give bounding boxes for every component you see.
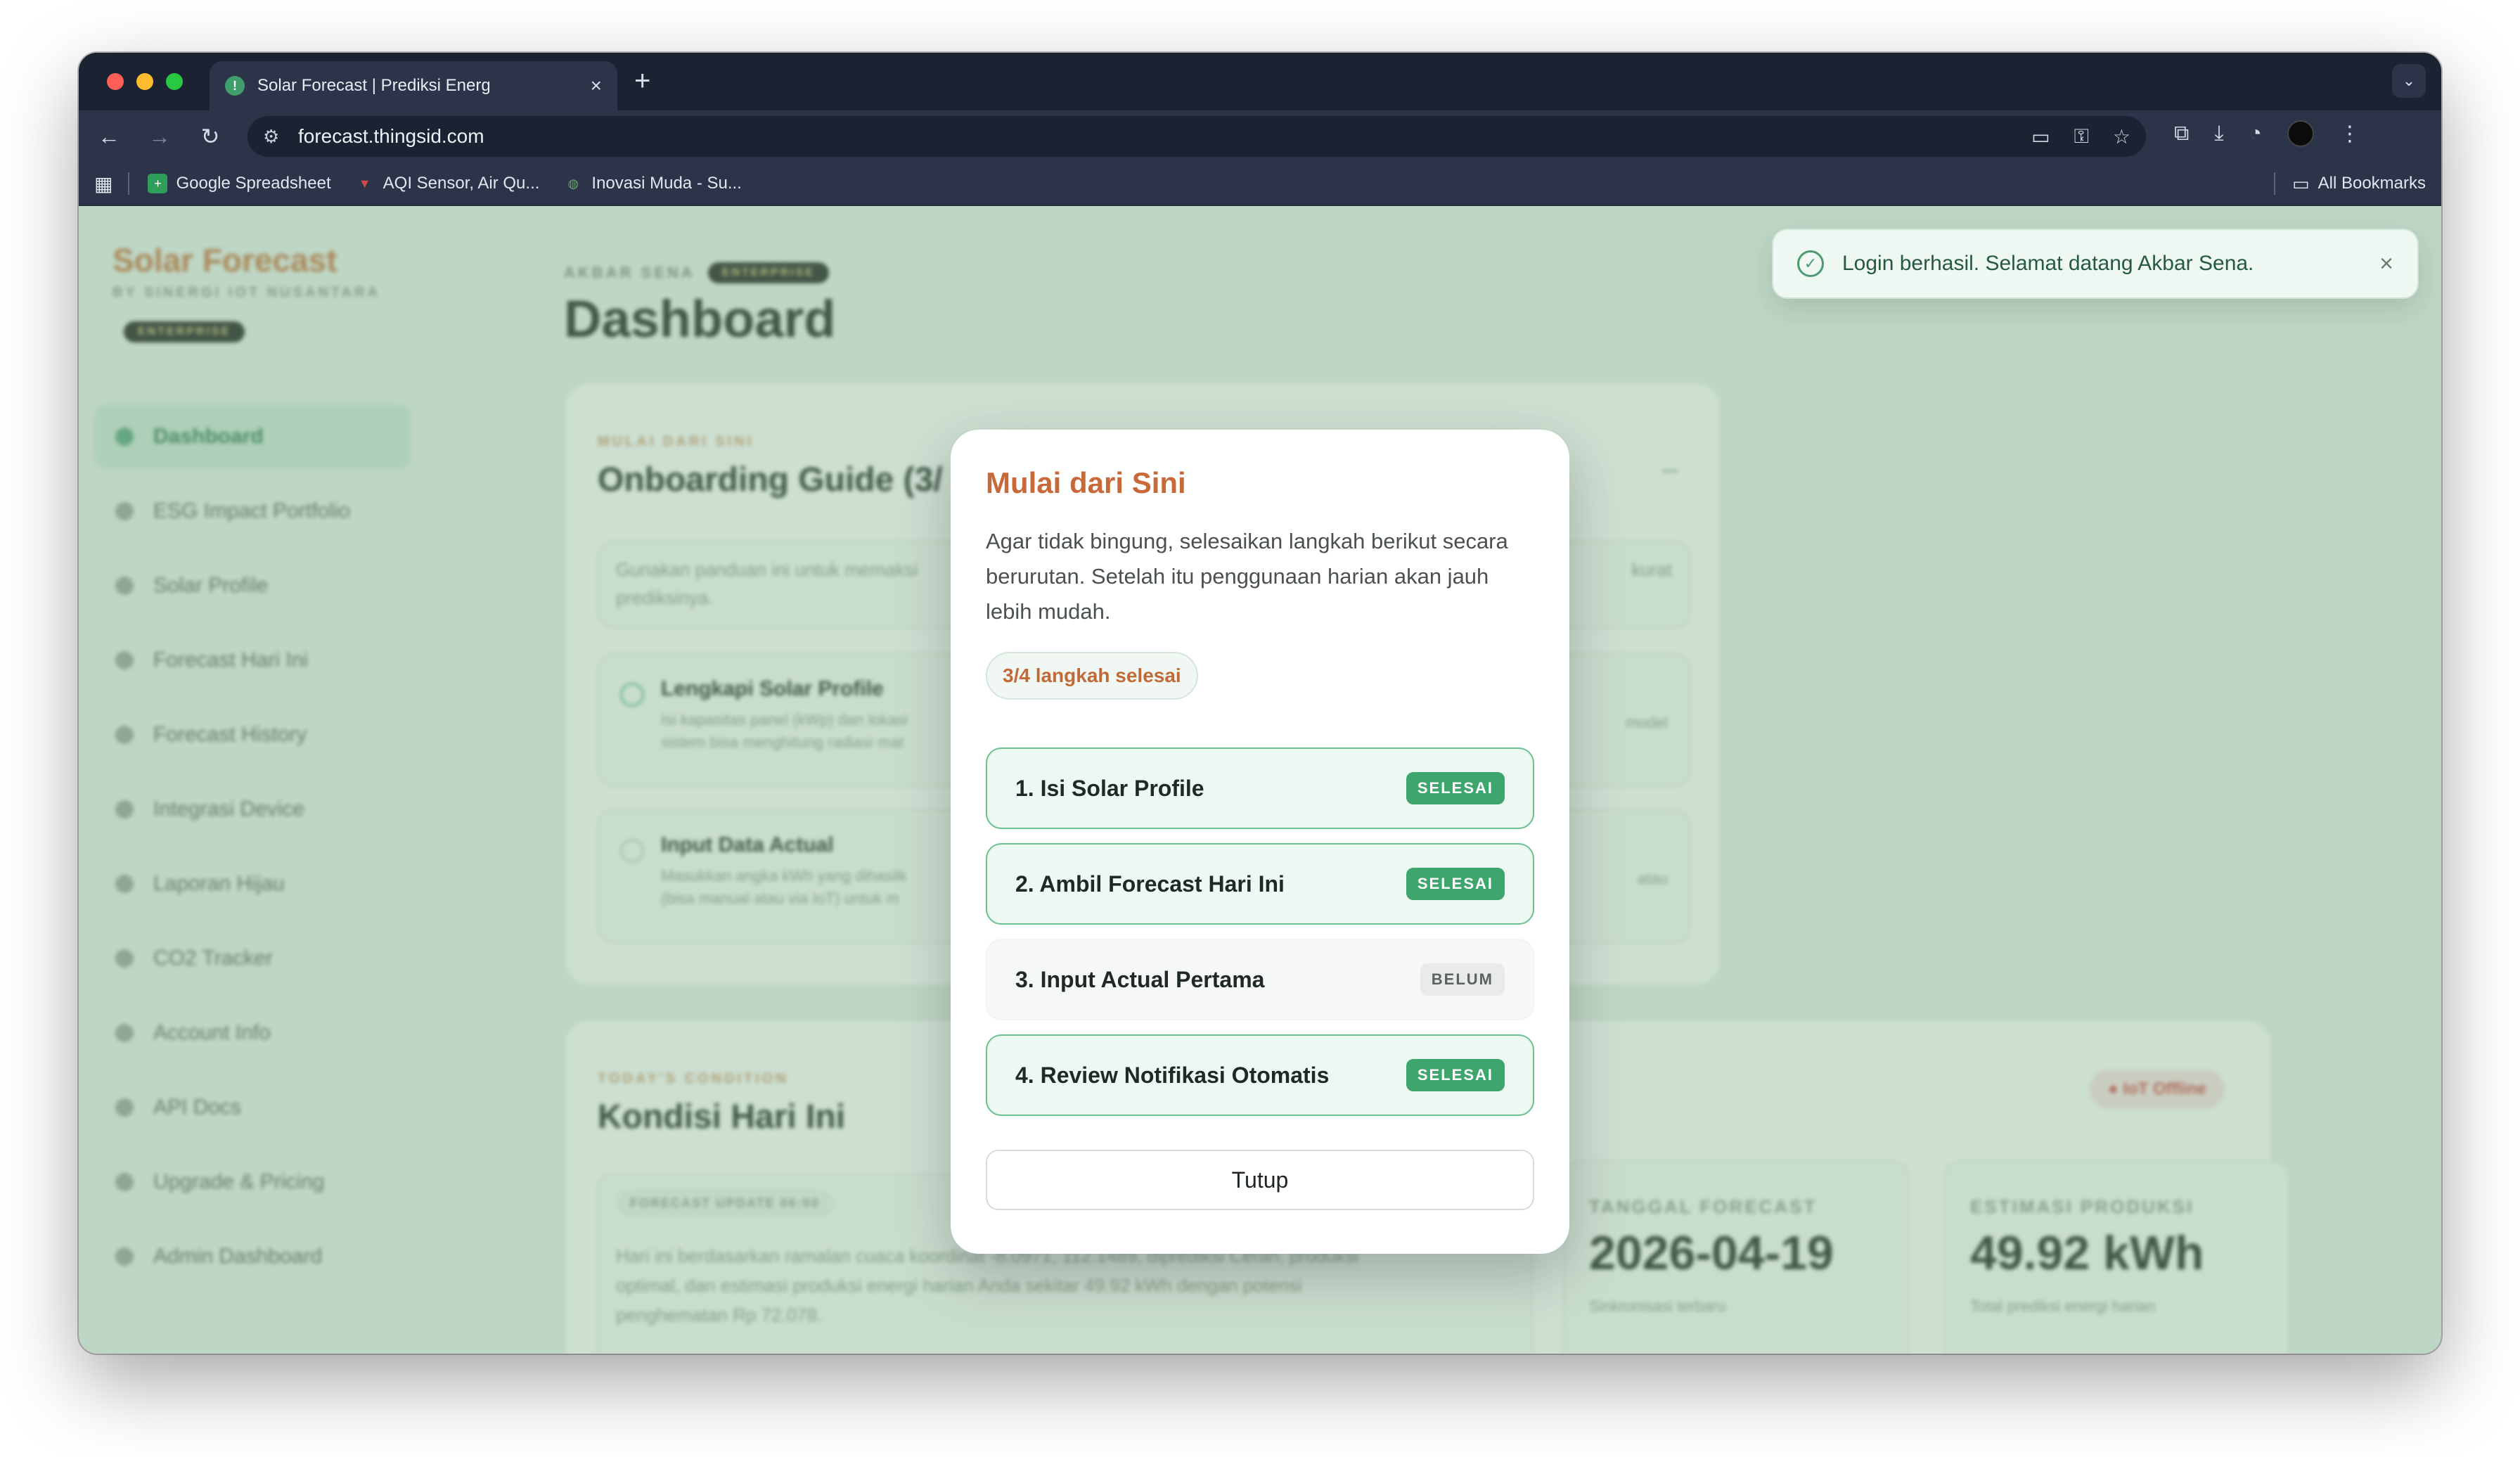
spreadsheet-icon: + [148,174,168,193]
password-key-icon[interactable]: ⚿ [2074,125,2089,148]
profile-avatar[interactable] [2287,120,2314,147]
progress-badge: 3/4 langkah selesai [986,652,1198,700]
download-icon[interactable]: ⤓ [2214,122,2223,146]
minimize-window-button[interactable] [136,73,153,90]
menu-kebab-icon[interactable]: ⋮ [2339,122,2360,146]
step-review-notifications[interactable]: 4. Review Notifikasi Otomatis SELESAI [986,1034,1534,1116]
modal-description: Agar tidak bingung, selesaikan langkah b… [986,529,1508,624]
tab-bar: ! Solar Forecast | Prediksi Energi × + ⌄ [79,53,2441,110]
bookmark-google-spreadsheet[interactable]: + Google Spreadsheet [148,174,331,193]
address-url[interactable]: forecast.thingsid.com [298,125,484,148]
step-forecast-today[interactable]: 2. Ambil Forecast Hari Ini SELESAI [986,843,1534,925]
login-success-toast: ✓ Login berhasil. Selamat datang Akbar S… [1772,229,2419,299]
globe-icon: ◍ [567,176,579,191]
step-input-actual[interactable]: 3. Input Actual Pertama BELUM [986,939,1534,1020]
folder-icon: ▭ [2292,172,2310,194]
extensions-icon[interactable]: ⧉ [2174,122,2189,146]
step-label: 4. Review Notifikasi Otomatis [1015,1062,1330,1088]
bookmark-inovasi-muda[interactable]: ◍ Inovasi Muda - Su... [563,174,742,193]
forward-arrow-icon[interactable]: → [143,120,176,153]
step-status-badge: BELUM [1420,963,1505,996]
all-bookmarks[interactable]: ▭ All Bookmarks [2274,172,2426,195]
step-label: 2. Ambil Forecast Hari Ini [1015,871,1285,897]
bookmark-aqi-sensor[interactable]: ▼ AQI Sensor, Air Qu... [355,174,540,193]
reload-icon[interactable]: ↻ [194,120,226,153]
bookmark-star-icon[interactable]: ☆ [2113,125,2130,148]
aqi-icon: ▼ [358,176,371,191]
onboarding-steps: 1. Isi Solar Profile SELESAI 2. Ambil Fo… [986,747,1534,1116]
browser-toolbar: ← → ↻ ⚙ forecast.thingsid.com ▭ ⚿ ☆ ⧉ ⤓ … [79,110,2441,162]
bookmarks-divider [128,172,130,195]
step-status-badge: SELESAI [1406,772,1505,804]
tab-title: Solar Forecast | Prediksi Energi [257,76,489,95]
maximize-window-button[interactable] [166,73,183,90]
tab-close-icon[interactable]: × [591,75,602,97]
toast-close-button[interactable]: × [2379,250,2393,278]
step-status-badge: SELESAI [1406,1059,1505,1091]
step-label: 1. Isi Solar Profile [1015,775,1204,801]
site-settings-icon[interactable]: ⚙ [263,126,288,148]
all-bookmarks-label: All Bookmarks [2318,174,2426,193]
solar-favicon-icon: ! [225,76,245,96]
browser-window: ! Solar Forecast | Prediksi Energi × + ⌄… [79,53,2441,1354]
toast-message: Login berhasil. Selamat datang Akbar Sen… [1842,252,2254,275]
cast-icon[interactable]: ▭ [2031,125,2050,148]
apps-grid-icon[interactable]: ▦ [94,172,112,195]
performance-icon[interactable]: ◔ [2249,122,2262,146]
check-circle-icon: ✓ [1797,250,1824,277]
step-label: 3. Input Actual Pertama [1015,966,1265,992]
back-arrow-icon[interactable]: ← [93,120,125,153]
step-solar-profile[interactable]: 1. Isi Solar Profile SELESAI [986,747,1534,829]
onboarding-modal: Mulai dari Sini Agar tidak bingung, sele… [951,430,1569,1254]
address-bar[interactable]: ⚙ forecast.thingsid.com ▭ ⚿ ☆ [248,116,2146,157]
bookmarks-divider [2274,172,2276,195]
browser-tab-active[interactable]: ! Solar Forecast | Prediksi Energi × [210,61,617,110]
bookmark-label: Google Spreadsheet [176,174,331,193]
close-modal-button[interactable]: Tutup [986,1150,1534,1210]
web-page: Solar Forecast BY SINERGI IOT NUSANTARA … [79,206,2441,1354]
modal-title: Mulai dari Sini [986,466,1186,499]
bookmarks-bar: ▦ + Google Spreadsheet ▼ AQI Sensor, Air… [79,162,2441,206]
step-status-badge: SELESAI [1406,868,1505,900]
bookmark-label: Inovasi Muda - Su... [591,174,742,193]
close-window-button[interactable] [107,73,124,90]
tab-search-button[interactable]: ⌄ [2392,64,2426,98]
bookmark-label: AQI Sensor, Air Qu... [382,174,540,193]
new-tab-button[interactable]: + [634,67,650,95]
